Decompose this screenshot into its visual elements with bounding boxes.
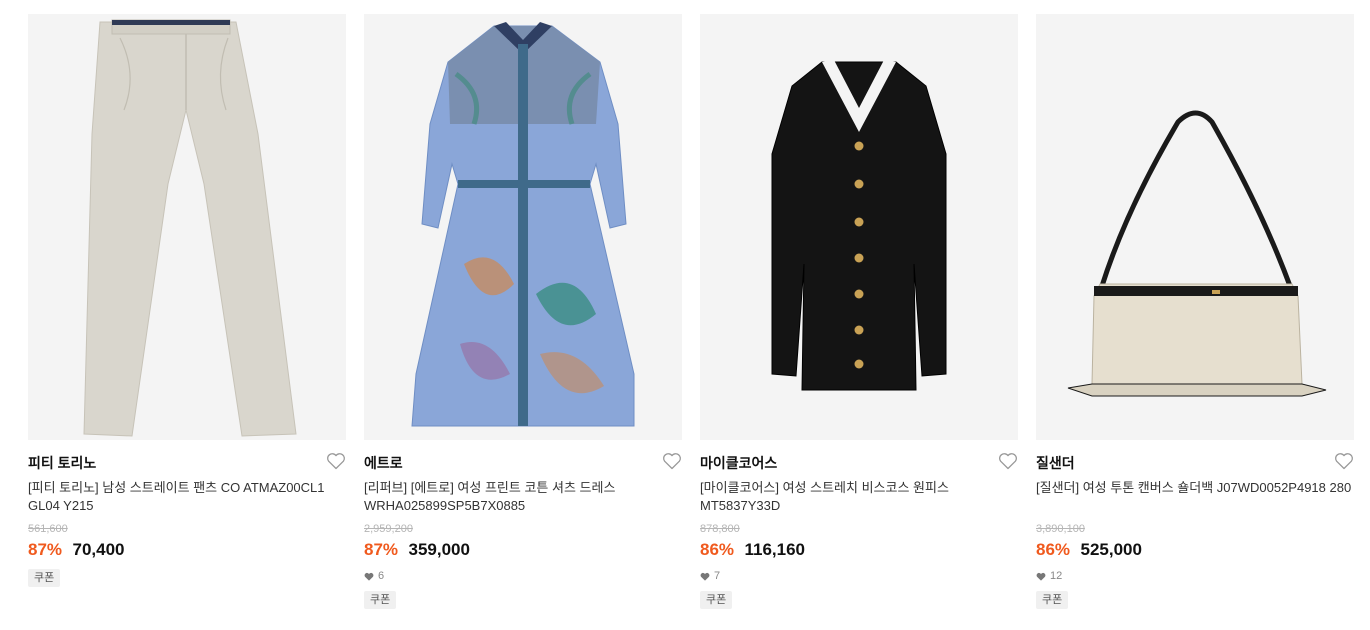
filled-heart-icon	[1036, 572, 1046, 581]
product-card[interactable]: 마이클코어스 [마이클코어스] 여성 스트레치 비스코스 원피스 MT5837Y…	[700, 14, 1018, 609]
brand-name[interactable]: 질샌더	[1036, 454, 1354, 472]
brand-name[interactable]: 에트로	[364, 454, 682, 472]
black-knit-dress-image	[771, 60, 947, 391]
sale-price: 359,000	[408, 540, 470, 559]
product-card[interactable]: 질샌더 [질샌더] 여성 투톤 캔버스 숄더백 J07WD0052P4918 2…	[1036, 14, 1354, 609]
sale-price: 70,400	[72, 540, 125, 559]
price-row: 86% 525,000	[1036, 539, 1354, 561]
like-count-value: 6	[378, 570, 385, 582]
discount-rate: 87%	[28, 540, 63, 559]
product-image[interactable]	[364, 14, 682, 440]
heart-icon[interactable]	[1334, 452, 1354, 470]
brand-name[interactable]: 피티 토리노	[28, 454, 346, 472]
heart-icon[interactable]	[998, 452, 1018, 470]
coupon-badge: 쿠폰	[28, 569, 61, 587]
discount-rate: 86%	[1036, 540, 1071, 559]
brand-name[interactable]: 마이클코어스	[700, 454, 1018, 472]
heart-icon[interactable]	[326, 452, 346, 470]
product-title[interactable]: [피티 토리노] 남성 스트레이트 팬츠 CO ATMAZ00CL1 GL04 …	[28, 479, 344, 515]
coupon-badge: 쿠폰	[364, 591, 397, 609]
price-row: 87% 70,400	[28, 539, 346, 561]
product-title[interactable]: [마이클코어스] 여성 스트레치 비스코스 원피스 MT5837Y33D	[700, 479, 1016, 515]
original-price: 3,890,100	[1036, 523, 1085, 535]
original-price: 2,959,200	[364, 523, 413, 535]
heart-icon[interactable]	[662, 452, 682, 470]
canvas-shoulder-bag-image	[1067, 110, 1327, 397]
original-price: 561,600	[28, 523, 68, 535]
product-grid: 피티 토리노 [피티 토리노] 남성 스트레이트 팬츠 CO ATMAZ00CL…	[0, 0, 1370, 630]
discount-rate: 86%	[700, 540, 735, 559]
product-title[interactable]: [질샌더] 여성 투톤 캔버스 숄더백 J07WD0052P4918 280	[1036, 479, 1352, 515]
price-row: 86% 116,160	[700, 539, 1018, 561]
like-count-value: 7	[714, 570, 721, 582]
beige-chino-pants-image	[83, 19, 297, 437]
product-image[interactable]	[700, 14, 1018, 440]
original-price: 878,800	[700, 523, 740, 535]
product-card[interactable]: 에트로 [리퍼브] [에트로] 여성 프린트 코튼 셔츠 드레스 WRHA025…	[364, 14, 682, 609]
sale-price: 116,160	[744, 540, 805, 559]
product-image[interactable]	[1036, 14, 1354, 440]
filled-heart-icon	[700, 572, 710, 581]
product-image[interactable]	[28, 14, 346, 440]
like-count-value: 12	[1050, 570, 1063, 582]
product-title[interactable]: [리퍼브] [에트로] 여성 프린트 코튼 셔츠 드레스 WRHA025899S…	[364, 479, 680, 515]
filled-heart-icon	[364, 572, 374, 581]
like-count: 7	[700, 569, 1018, 583]
price-row: 87% 359,000	[364, 539, 682, 561]
discount-rate: 87%	[364, 540, 399, 559]
coupon-badge: 쿠폰	[700, 591, 733, 609]
like-count: 12	[1036, 569, 1354, 583]
sale-price: 525,000	[1080, 540, 1142, 559]
product-card[interactable]: 피티 토리노 [피티 토리노] 남성 스트레이트 팬츠 CO ATMAZ00CL…	[28, 14, 346, 587]
coupon-badge: 쿠폰	[1036, 591, 1069, 609]
blue-paisley-shirt-dress-image	[411, 22, 635, 427]
like-count: 6	[364, 569, 682, 583]
